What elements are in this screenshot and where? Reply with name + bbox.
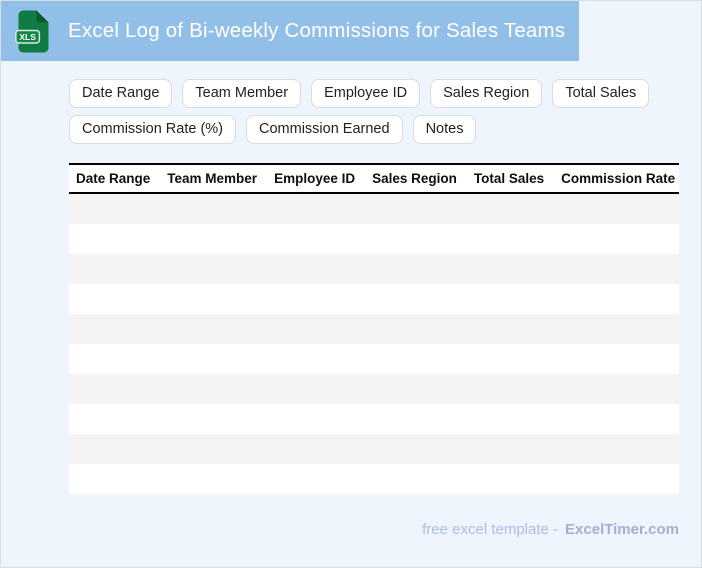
table-row	[69, 283, 679, 314]
table-row	[69, 313, 679, 344]
table-row	[69, 463, 679, 494]
col-header-date-range: Date Range	[76, 170, 151, 186]
commissions-table: Date Range Team Member Employee ID Sales…	[69, 162, 679, 494]
page-title: Excel Log of Bi-weekly Commissions for S…	[68, 19, 566, 42]
table-row	[69, 403, 679, 434]
col-header-employee-id: Employee ID	[274, 170, 356, 186]
chip-employee-id[interactable]: Employee ID	[311, 79, 421, 108]
footer: free excel template - ExcelTimer.com	[1, 521, 679, 538]
table-row	[69, 373, 679, 404]
table-row	[69, 193, 679, 224]
col-header-commission-rate: Commission Rate (%)	[561, 170, 679, 186]
chip-team-member[interactable]: Team Member	[182, 79, 302, 108]
footer-text: free excel template -	[422, 520, 559, 538]
chip-total-sales[interactable]: Total Sales	[552, 79, 650, 108]
footer-brand-link[interactable]: ExcelTimer.com	[565, 521, 679, 538]
table-body	[69, 193, 679, 494]
col-header-team-member: Team Member	[167, 170, 258, 186]
col-header-total-sales: Total Sales	[473, 170, 545, 186]
table-row	[69, 223, 679, 254]
chip-commission-rate[interactable]: Commission Rate (%)	[69, 114, 236, 144]
table-header-row: Date Range Team Member Employee ID Sales…	[69, 162, 679, 194]
xls-icon-label: XLS	[19, 32, 36, 42]
chip-commission-earned[interactable]: Commission Earned	[246, 114, 403, 144]
xls-file-icon: XLS	[15, 10, 49, 52]
col-header-sales-region: Sales Region	[372, 170, 457, 186]
chip-notes[interactable]: Notes	[412, 114, 477, 144]
app-header: XLS Excel Log of Bi-weekly Commissions f…	[1, 1, 579, 61]
table-row	[69, 343, 679, 374]
chip-date-range[interactable]: Date Range	[69, 79, 173, 108]
field-chip-list: Date Range Team Member Employee ID Sales…	[69, 79, 654, 144]
chip-sales-region[interactable]: Sales Region	[430, 79, 543, 108]
table-row	[69, 253, 679, 284]
table-row	[69, 433, 679, 464]
